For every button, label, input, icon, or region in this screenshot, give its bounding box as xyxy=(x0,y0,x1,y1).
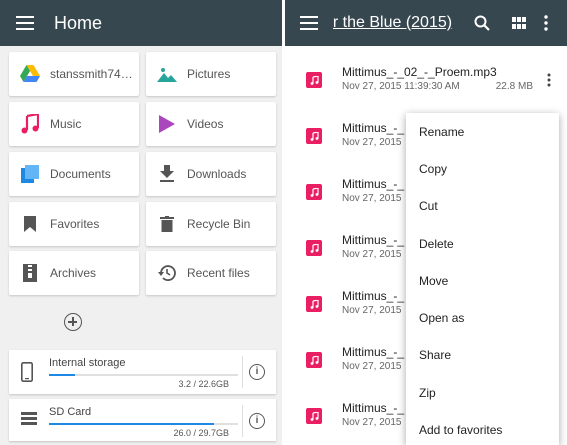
menu-icon[interactable] xyxy=(300,16,318,30)
sd-card-icon xyxy=(21,411,39,431)
storage-usage-text: 26.0 / 29.7GB xyxy=(173,428,229,438)
music-file-icon xyxy=(306,128,322,144)
folder-path-text: or the Blue (2015) xyxy=(333,14,453,31)
menu-item-move[interactable]: Move xyxy=(406,262,559,299)
add-location-icon[interactable] xyxy=(64,313,82,331)
music-file-icon xyxy=(306,352,322,368)
file-row[interactable]: Mittimus_-_02_-_Proem.mp3 Nov 27, 2015 1… xyxy=(285,56,567,112)
tile-label: Archives xyxy=(50,266,97,280)
folder-toolbar: or the Blue (2015) xyxy=(285,0,567,46)
file-name: Mittimus_-_ xyxy=(342,289,405,303)
download-icon xyxy=(156,163,178,185)
google-drive-icon xyxy=(19,63,41,85)
tile-label: Pictures xyxy=(187,67,231,81)
music-file-icon xyxy=(306,240,322,256)
menu-item-share[interactable]: Share xyxy=(406,337,559,374)
more-vert-icon[interactable] xyxy=(547,73,551,87)
history-icon xyxy=(156,262,178,284)
menu-item-cut[interactable]: Cut xyxy=(406,188,559,225)
music-file-icon xyxy=(306,184,322,200)
storage-usage-fill xyxy=(49,374,76,376)
storage-name: Internal storage xyxy=(49,357,126,369)
menu-item-rename[interactable]: Rename xyxy=(406,113,559,150)
file-date: Nov 27, 2015 xyxy=(342,137,402,148)
storage-usage-bar xyxy=(49,374,238,376)
file-name: Mittimus_-_ xyxy=(342,345,405,359)
tile-videos[interactable]: Videos xyxy=(146,102,276,146)
menu-item-add-to-favorites[interactable]: Add to favorites xyxy=(406,411,559,445)
storage-usage-fill xyxy=(49,423,215,425)
tile-downloads[interactable]: Downloads xyxy=(146,152,276,196)
menu-icon[interactable] xyxy=(16,16,34,30)
file-date: Nov 27, 2015 11:39:30 AM xyxy=(342,81,460,92)
menu-item-open-as[interactable]: Open as xyxy=(406,299,559,336)
play-icon xyxy=(156,113,178,135)
tile-favorites[interactable]: Favorites xyxy=(9,202,139,246)
tile-label: Music xyxy=(50,117,82,131)
tile-label: Videos xyxy=(187,117,224,131)
file-name: Mittimus_-_ xyxy=(342,177,405,191)
menu-item-delete[interactable]: Delete xyxy=(406,225,559,262)
tile-label: Documents xyxy=(50,167,111,181)
more-vert-icon[interactable] xyxy=(543,15,559,31)
tile-label: Recent files xyxy=(187,266,250,280)
storage-sd-card[interactable]: SD Card 26.0 / 29.7GB i xyxy=(9,399,276,441)
file-name: Mittimus_-_ xyxy=(342,233,405,247)
archive-icon xyxy=(19,262,41,284)
file-date: Nov 27, 2015 xyxy=(342,417,402,428)
storage-name: SD Card xyxy=(49,406,92,418)
file-name: Mittimus_-_ xyxy=(342,401,405,415)
folder-path[interactable]: or the Blue (2015) xyxy=(333,14,457,32)
file-name: Mittimus_-_02_-_Proem.mp3 xyxy=(342,65,497,79)
tile-label: Favorites xyxy=(50,217,100,231)
file-date: Nov 27, 2015 xyxy=(342,361,402,372)
tile-label: Downloads xyxy=(187,167,247,181)
tile-recent-files[interactable]: Recent files xyxy=(146,251,276,295)
phone-icon xyxy=(21,362,39,382)
grid-view-icon[interactable] xyxy=(511,15,527,31)
tile-archives[interactable]: Archives xyxy=(9,251,139,295)
file-name: Mittimus_-_ xyxy=(342,121,405,135)
menu-item-copy[interactable]: Copy xyxy=(406,150,559,187)
pictures-icon xyxy=(156,63,178,85)
file-date: Nov 27, 2015 xyxy=(342,193,402,204)
tile-label: stanssmith74@... xyxy=(50,67,139,81)
documents-icon xyxy=(19,163,41,185)
tile-recycle-bin[interactable]: Recycle Bin xyxy=(146,202,276,246)
bookmark-icon xyxy=(19,213,41,235)
search-icon[interactable] xyxy=(474,15,490,31)
storage-usage-bar xyxy=(49,423,238,425)
music-file-icon xyxy=(306,296,322,312)
home-toolbar: Home xyxy=(0,0,282,46)
file-date: Nov 27, 2015 xyxy=(342,249,402,260)
tile-documents[interactable]: Documents xyxy=(9,152,139,196)
music-icon xyxy=(19,113,41,135)
home-panel: Home stanssmith74@... Pictures Music Vid… xyxy=(0,0,282,445)
tile-pictures[interactable]: Pictures xyxy=(146,52,276,96)
menu-item-zip[interactable]: Zip xyxy=(406,374,559,411)
storage-internal[interactable]: Internal storage 3.2 / 22.6GB i xyxy=(9,350,276,394)
music-file-icon xyxy=(306,72,322,88)
tile-music[interactable]: Music xyxy=(9,102,139,146)
tile-google-drive[interactable]: stanssmith74@... xyxy=(9,52,139,96)
divider xyxy=(242,405,243,437)
info-icon[interactable]: i xyxy=(249,364,265,380)
file-size: 22.8 MB xyxy=(495,81,533,92)
context-menu: Rename Copy Cut Delete Move Open as Shar… xyxy=(406,113,559,445)
info-icon[interactable]: i xyxy=(249,413,265,429)
tile-label: Recycle Bin xyxy=(187,217,251,231)
trash-icon xyxy=(156,213,178,235)
folder-panel: or the Blue (2015) Mittimus_-_02_-_Proem… xyxy=(285,0,567,445)
storage-usage-text: 3.2 / 22.6GB xyxy=(178,379,229,389)
divider xyxy=(242,356,243,388)
file-date: Nov 27, 2015 xyxy=(342,305,402,316)
music-file-icon xyxy=(306,408,322,424)
page-title: Home xyxy=(54,12,103,33)
